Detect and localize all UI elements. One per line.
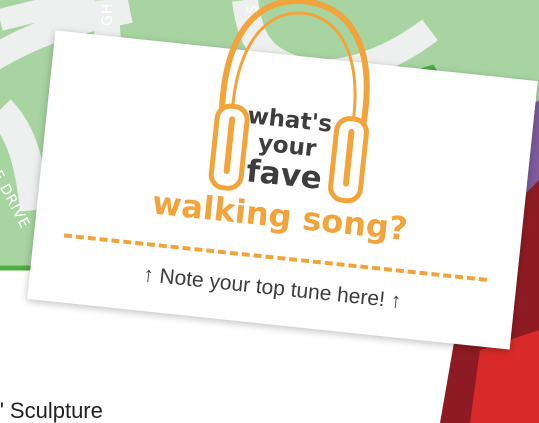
map-background: GH ST E DRIVE S what's your fave walking… [0,0,539,423]
up-arrow-icon: ↑ [142,262,155,287]
song-card: what's your fave walking song? ↑ Note yo… [27,0,538,350]
up-arrow-icon: ↑ [389,288,403,313]
sculpture-label: " Sculpture [0,398,103,423]
street-label: GH ST [100,0,116,26]
